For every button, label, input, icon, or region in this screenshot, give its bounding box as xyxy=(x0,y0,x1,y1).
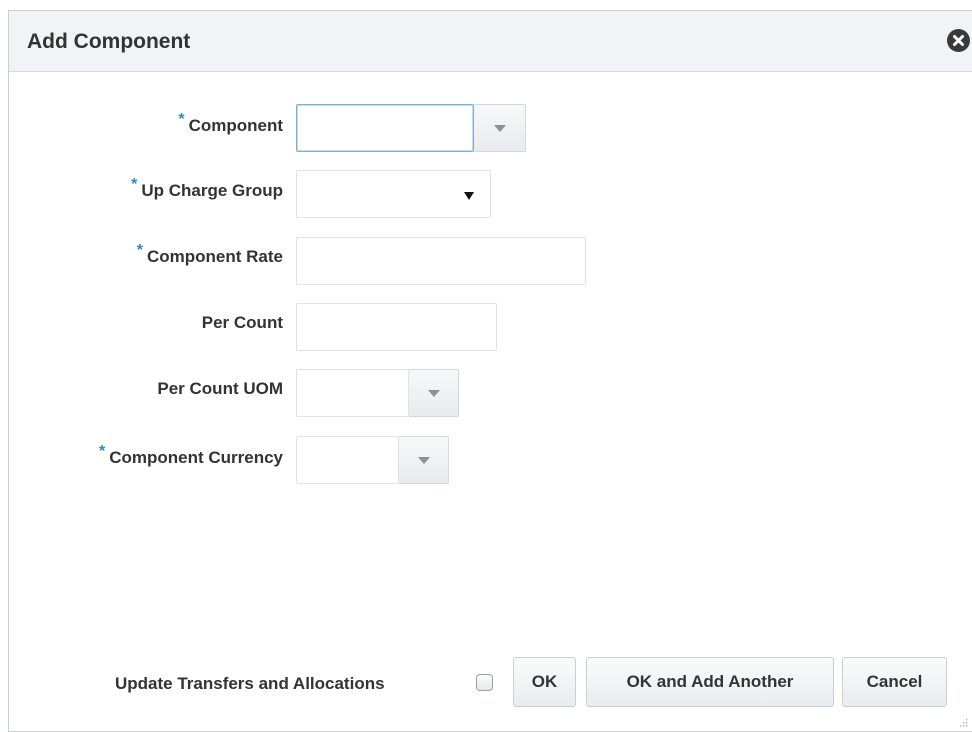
caret-down-icon xyxy=(464,192,474,200)
component-dropdown-button[interactable] xyxy=(474,104,526,152)
up-charge-group-label-row: * Up Charge Group xyxy=(9,176,283,211)
component-rate-label: * Component Rate xyxy=(136,242,283,266)
required-marker: * xyxy=(136,242,143,259)
per-count-label-row: Per Count xyxy=(9,313,283,343)
add-component-dialog: Add Component * Component * Up Charge Grou… xyxy=(8,10,972,732)
per-count-input[interactable] xyxy=(296,303,497,351)
component-currency-label-row: * Component Currency xyxy=(9,443,283,478)
close-icon[interactable] xyxy=(947,29,970,52)
component-input[interactable] xyxy=(296,104,474,152)
up-charge-group-label: * Up Charge Group xyxy=(131,176,283,200)
per-count-uom-label-row: Per Count UOM xyxy=(9,379,283,409)
chevron-down-icon xyxy=(417,457,430,464)
chevron-down-icon xyxy=(493,125,506,132)
chevron-down-icon xyxy=(427,390,440,397)
per-count-uom-input[interactable] xyxy=(296,369,409,417)
required-marker: * xyxy=(131,176,138,193)
required-marker: * xyxy=(98,443,106,460)
component-label-row: * Component xyxy=(9,111,283,146)
update-transfers-label: Update Transfers and Allocations xyxy=(115,674,385,693)
ok-button[interactable]: OK xyxy=(513,657,576,707)
dialog-header: Add Component xyxy=(9,11,972,72)
component-rate-label-row: * Component Rate xyxy=(9,242,283,277)
update-transfers-checkbox[interactable] xyxy=(476,674,493,691)
component-label: * Component xyxy=(178,111,283,135)
per-count-uom-label: Per Count UOM xyxy=(157,379,283,398)
component-currency-label: * Component Currency xyxy=(98,443,283,467)
cancel-button[interactable]: Cancel xyxy=(842,657,947,707)
component-currency-input[interactable] xyxy=(296,436,399,484)
per-count-uom-dropdown-button[interactable] xyxy=(409,369,459,417)
dialog-title: Add Component xyxy=(27,30,191,53)
required-marker: * xyxy=(178,111,185,128)
ok-and-add-another-button[interactable]: OK and Add Another xyxy=(586,657,834,707)
resize-grip-icon[interactable] xyxy=(958,717,968,727)
per-count-label: Per Count xyxy=(201,313,283,332)
component-currency-dropdown-button[interactable] xyxy=(399,436,449,484)
up-charge-group-select[interactable] xyxy=(296,170,491,218)
component-rate-input[interactable] xyxy=(296,237,586,285)
